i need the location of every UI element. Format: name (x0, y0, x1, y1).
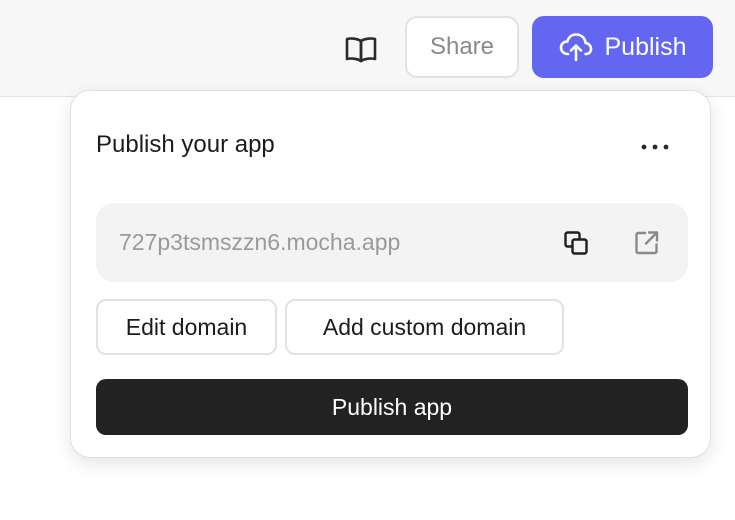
open-url-button[interactable] (629, 225, 665, 261)
add-custom-domain-label: Add custom domain (322, 313, 527, 340)
cloud-upload-icon (559, 33, 592, 62)
edit-domain-button[interactable]: Edit domain (96, 299, 277, 355)
top-toolbar: Share Publish (0, 0, 735, 97)
publish-popover: Publish your app 727p3tsmszzn6.mocha.app… (70, 90, 711, 458)
publish-button-label: Publish (604, 32, 687, 61)
more-options-button[interactable] (631, 129, 679, 165)
publish-app-label: Publish app (331, 393, 453, 420)
edit-domain-label: Edit domain (125, 313, 248, 340)
publish-app-button[interactable]: Publish app (96, 379, 688, 435)
more-horizontal-icon (641, 144, 669, 150)
app-url: 727p3tsmszzn6.mocha.app (119, 229, 401, 255)
book-open-icon (345, 37, 377, 63)
external-link-icon (635, 231, 659, 255)
popover-title: Publish your app (96, 131, 275, 158)
app-url-field: 727p3tsmszzn6.mocha.app (96, 203, 688, 282)
docs-button[interactable] (338, 28, 384, 70)
publish-button[interactable]: Publish (532, 16, 713, 78)
copy-icon (564, 231, 588, 255)
add-custom-domain-button[interactable]: Add custom domain (285, 299, 564, 355)
share-button[interactable]: Share (405, 16, 519, 78)
copy-url-button[interactable] (558, 225, 594, 261)
share-button-label: Share (429, 33, 495, 60)
